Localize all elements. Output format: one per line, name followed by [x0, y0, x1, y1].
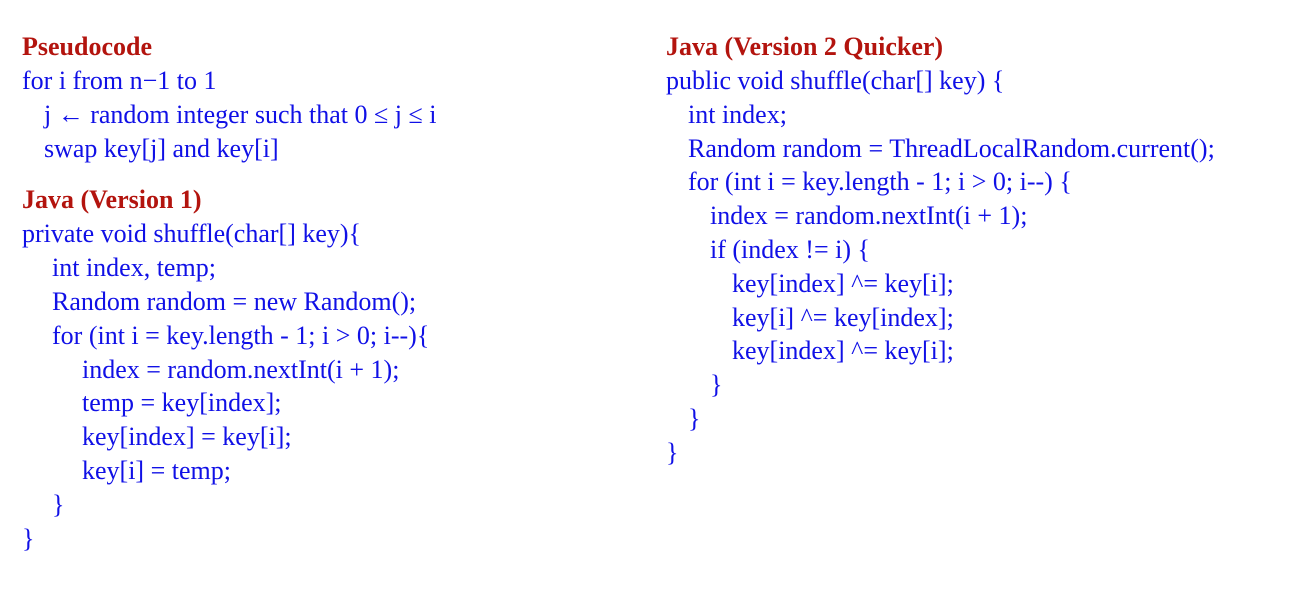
- java-v1-heading: Java (Version 1): [22, 185, 202, 215]
- java-v1-section: Java (Version 1) private void shuffle(ch…: [22, 183, 642, 555]
- pseudocode-code-line: for i from n−1 to 1: [22, 66, 217, 95]
- java-v1-code-line: index = random.nextInt(i + 1);: [82, 354, 400, 384]
- java-v2-code-line: key[i] ^= key[index];: [732, 302, 954, 332]
- pseudocode-code-line: swap key[j] and key[i]: [44, 133, 279, 163]
- java-v2-code-line: public void shuffle(char[] key) {: [666, 66, 1005, 95]
- java-v2-code-line: int index;: [688, 99, 787, 129]
- java-v2-code-line: }: [688, 403, 701, 433]
- java-v2-code-line: if (index != i) {: [710, 234, 870, 264]
- pseudocode-heading: Pseudocode: [22, 32, 152, 61]
- pseudocode-code-block: for i from n−1 to 1 j ← random integer su…: [22, 64, 642, 165]
- java-v2-code-line: for (int i = key.length - 1; i > 0; i--)…: [688, 167, 1072, 197]
- java-v1-code-line: Random random = new Random();: [52, 286, 417, 316]
- java-v1-code-line: }: [22, 523, 35, 553]
- java-v1-code-line: for (int i = key.length - 1; i > 0; i--)…: [52, 320, 430, 350]
- right-column: Java (Version 2 Quicker) public void shu…: [666, 30, 1296, 470]
- java-v1-code-block: private void shuffle(char[] key){ int ind…: [22, 217, 642, 555]
- java-v1-code-line: temp = key[index];: [82, 388, 282, 418]
- java-v2-code-line: }: [710, 370, 723, 400]
- java-v2-section: Java (Version 2 Quicker) public void shu…: [666, 30, 1296, 470]
- java-v1-code-line: int index, temp;: [52, 253, 216, 283]
- java-v2-heading: Java (Version 2 Quicker): [666, 32, 944, 61]
- java-v2-code-line: key[index] ^= key[i];: [732, 268, 954, 298]
- java-v2-code-line: index = random.nextInt(i + 1);: [710, 201, 1028, 231]
- java-v1-code-line: }: [52, 489, 65, 519]
- pseudocode-code-line: j ← random integer such that 0 ≤ j ≤ i: [44, 99, 437, 129]
- left-column: Pseudocode for i from n−1 to 1 j ← random…: [22, 30, 642, 555]
- java-v2-code-line: key[index] ^= key[i];: [732, 336, 954, 366]
- java-v1-code-line: private void shuffle(char[] key){: [22, 219, 362, 249]
- java-v2-code-line: Random random = ThreadLocalRandom.curren…: [688, 133, 1215, 163]
- java-v2-code-line: }: [666, 437, 679, 467]
- java-v1-code-line: key[i] = temp;: [82, 455, 231, 485]
- pseudocode-section: Pseudocode for i from n−1 to 1 j ← random…: [22, 30, 642, 165]
- java-v1-code-line: key[index] = key[i];: [82, 422, 292, 452]
- java-v2-code-block: public void shuffle(char[] key) { int ind…: [666, 64, 1296, 470]
